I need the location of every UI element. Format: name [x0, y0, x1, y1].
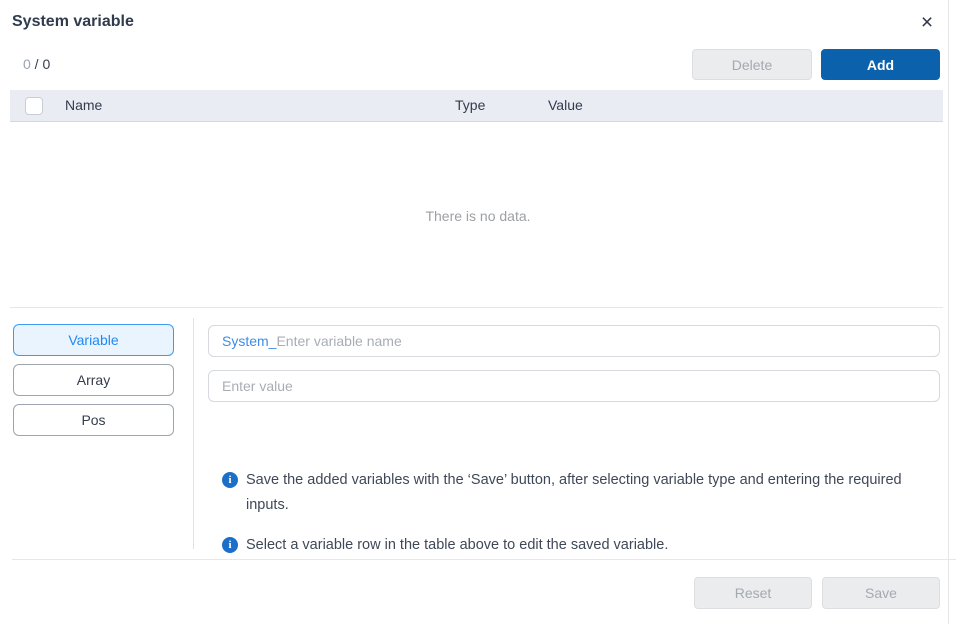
- select-all-checkbox[interactable]: [25, 97, 43, 115]
- variable-value-input[interactable]: [222, 378, 926, 394]
- variable-type-selector: Variable Array Pos: [13, 324, 174, 444]
- footer-divider: [12, 559, 956, 560]
- close-icon[interactable]: ×: [915, 11, 939, 35]
- column-header-value: Value: [548, 97, 583, 113]
- tab-array[interactable]: Array: [13, 364, 174, 396]
- add-button[interactable]: Add: [821, 49, 940, 80]
- info-icon: i: [222, 537, 238, 553]
- selection-counter: 0 / 0: [23, 56, 50, 72]
- column-header-name: Name: [65, 97, 102, 113]
- counter-total: 0: [42, 56, 50, 72]
- dialog-right-border: [948, 0, 949, 624]
- note-text: Select a variable row in the table above…: [246, 533, 668, 558]
- note-save-instructions: i Save the added variables with the ‘Sav…: [222, 468, 922, 518]
- tab-variable[interactable]: Variable: [13, 324, 174, 356]
- counter-selected: 0: [23, 56, 31, 72]
- toolbar: 0 / 0 Delete Add: [0, 49, 948, 81]
- vertical-divider: [193, 318, 194, 549]
- save-button[interactable]: Save: [822, 577, 940, 609]
- column-header-type: Type: [455, 97, 485, 113]
- counter-separator: /: [31, 56, 43, 72]
- note-text: Save the added variables with the ‘Save’…: [246, 468, 922, 518]
- variable-name-prefix: System_: [222, 333, 276, 349]
- reset-button[interactable]: Reset: [694, 577, 812, 609]
- note-edit-instructions: i Select a variable row in the table abo…: [222, 533, 922, 558]
- section-divider: [10, 307, 943, 308]
- variable-name-field[interactable]: System_: [208, 325, 940, 357]
- info-notes: i Save the added variables with the ‘Sav…: [222, 468, 922, 573]
- variable-value-field[interactable]: [208, 370, 940, 402]
- info-icon: i: [222, 472, 238, 488]
- page-title: System variable: [12, 13, 134, 31]
- tab-pos[interactable]: Pos: [13, 404, 174, 436]
- table-header-row: Name Type Value: [10, 90, 943, 122]
- delete-button[interactable]: Delete: [692, 49, 812, 80]
- table-empty-message: There is no data.: [0, 208, 956, 224]
- variable-name-input[interactable]: [276, 333, 926, 349]
